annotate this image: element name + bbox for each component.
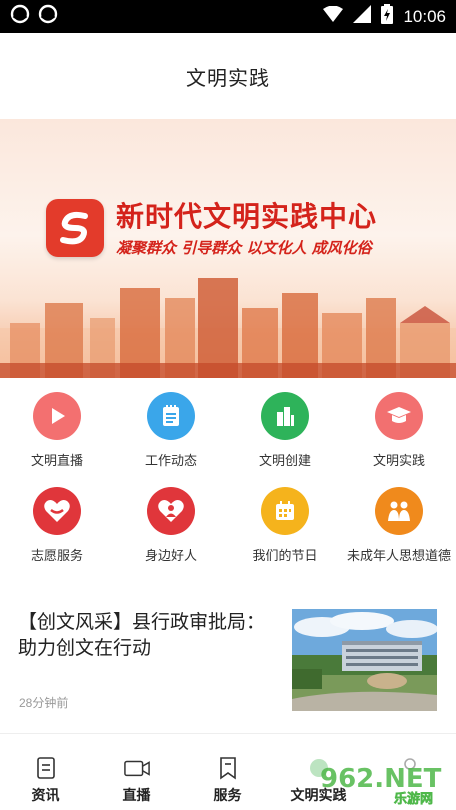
grid-item-label: 文明创建 <box>258 453 311 468</box>
grid-item-minors[interactable]: 未成年人思想道德 <box>342 481 456 576</box>
nav-item-service[interactable]: 服务 <box>182 734 273 810</box>
calendar-icon <box>261 487 309 535</box>
news-item[interactable]: 【创文风采】县行政审批局：助力创文在行动 28分钟前 <box>0 600 456 720</box>
children-icon <box>375 487 423 535</box>
banner-title: 新时代文明实践中心 <box>116 200 378 233</box>
status-bar: 10:06 <box>0 0 456 33</box>
play-icon <box>33 392 81 440</box>
grid-item-good-people[interactable]: 身边好人 <box>114 481 228 576</box>
grid-item-create[interactable]: 文明创建 <box>228 386 342 481</box>
battery-icon <box>381 4 394 29</box>
document-icon <box>33 755 59 781</box>
watermark-subtext: 乐游网 <box>394 791 433 807</box>
buildings-icon <box>261 392 309 440</box>
skyline-illustration <box>0 278 456 378</box>
heart-person-icon <box>147 487 195 535</box>
title-bar: 文明实践 <box>0 33 456 119</box>
page-title: 文明实践 <box>186 67 270 90</box>
grid-item-label: 工作动态 <box>144 453 197 468</box>
news-time: 28分钟前 <box>19 696 69 710</box>
sync-icon <box>10 4 30 29</box>
grid-item-practice[interactable]: 文明实践 <box>342 386 456 481</box>
grid-item-volunteer[interactable]: 志愿服务 <box>0 481 114 576</box>
grid-item-label: 文明直播 <box>30 453 83 468</box>
nav-item-news[interactable]: 资讯 <box>0 734 91 810</box>
nav-label: 直播 <box>122 787 151 803</box>
grid-item-festival[interactable]: 我们的节日 <box>228 481 342 576</box>
news-thumbnail[interactable] <box>292 609 437 711</box>
grid-item-news[interactable]: 工作动态 <box>114 386 228 481</box>
watermark-text: 962.NET <box>320 764 442 794</box>
grid-item-label: 志愿服务 <box>30 548 83 563</box>
nav-label: 服务 <box>213 787 242 803</box>
signal-icon <box>353 5 372 28</box>
feature-grid: 文明直播 工作动态 文明创建 文明实践 志愿服务 身边好人 我们的节日 未成年人… <box>0 386 456 576</box>
grid-item-label: 身边好人 <box>144 548 197 563</box>
video-camera-icon <box>123 755 150 781</box>
banner[interactable]: 新时代文明实践中心 凝聚群众 引导群众 以文化人 成风化俗 <box>0 119 456 378</box>
nav-label: 资讯 <box>31 787 60 803</box>
watermark: 962.NET 乐游网 <box>308 757 456 807</box>
status-time: 10:06 <box>403 6 446 26</box>
wifi-icon <box>323 5 344 27</box>
banner-logo <box>46 199 104 257</box>
graduation-cap-icon <box>375 392 423 440</box>
bookmark-icon <box>215 755 241 781</box>
grid-item-live[interactable]: 文明直播 <box>0 386 114 481</box>
grid-item-label: 文明实践 <box>372 453 425 468</box>
notepad-icon <box>147 392 195 440</box>
nav-item-live[interactable]: 直播 <box>91 734 182 810</box>
grid-item-label: 我们的节日 <box>252 548 318 563</box>
grid-item-label: 未成年人思想道德 <box>346 548 451 563</box>
heart-hands-icon <box>33 487 81 535</box>
sync-icon <box>38 4 58 29</box>
news-title[interactable]: 【创文风采】县行政审批局：助力创文在行动 <box>18 610 268 662</box>
banner-subtitle: 凝聚群众 引导群众 以文化人 成风化俗 <box>116 239 372 257</box>
